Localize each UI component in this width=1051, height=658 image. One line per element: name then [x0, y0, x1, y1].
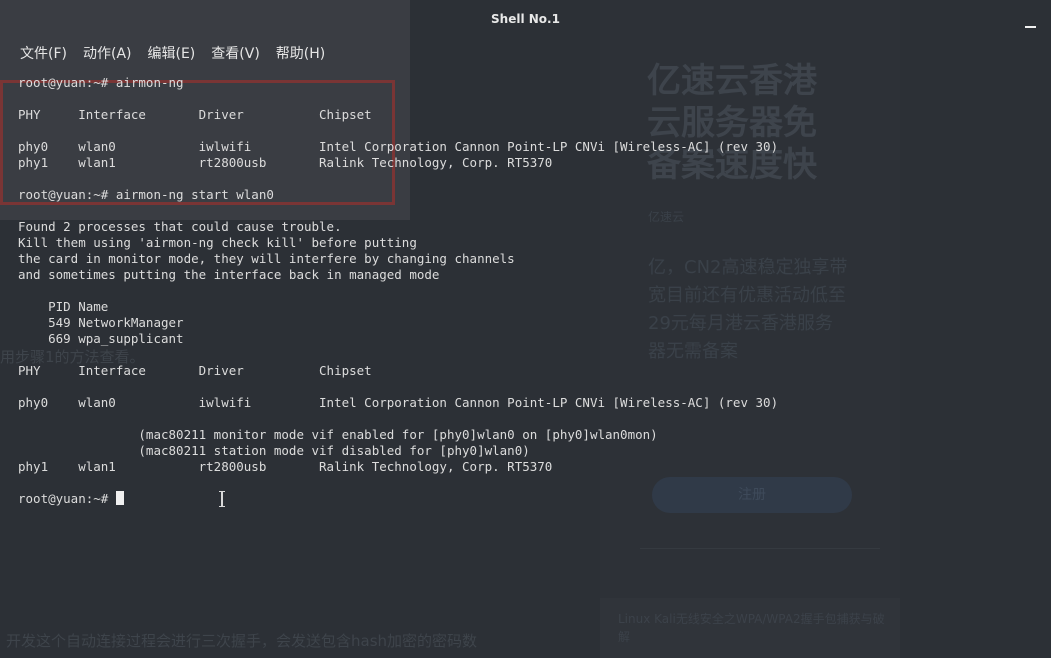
terminal-line: root@yuan:~# airmon-ng start wlan0 — [18, 187, 274, 202]
terminal-line: and sometimes putting the interface back… — [18, 267, 440, 282]
terminal-prompt: root@yuan:~# — [18, 491, 116, 506]
terminal-line: phy1 wlan1 rt2800usb Ralink Technology, … — [18, 155, 553, 170]
terminal-line: PHY Interface Driver Chipset — [18, 363, 372, 378]
text-cursor-ibeam-icon — [219, 491, 225, 507]
terminal-line: PID Name — [18, 299, 109, 314]
terminal-line: Found 2 processes that could cause troub… — [18, 219, 342, 234]
minimize-icon[interactable] — [1025, 16, 1037, 28]
terminal-line: Kill them using 'airmon-ng check kill' b… — [18, 235, 417, 250]
window-titlebar[interactable]: Shell No.1 — [0, 0, 1051, 40]
terminal-line: 669 wpa_supplicant — [18, 331, 184, 346]
terminal-line: PHY Interface Driver Chipset — [18, 107, 372, 122]
terminal-line: phy1 wlan1 rt2800usb Ralink Technology, … — [18, 459, 553, 474]
menu-action[interactable]: 动作(A) — [75, 44, 140, 64]
menu-help[interactable]: 帮助(H) — [268, 44, 333, 64]
menu-view[interactable]: 查看(V) — [203, 44, 268, 64]
terminal-output[interactable]: root@yuan:~# airmon-ng PHY Interface Driv… — [18, 75, 778, 507]
window-title: Shell No.1 — [491, 12, 560, 26]
terminal-line: (mac80211 station mode vif disabled for … — [18, 443, 530, 458]
terminal-line: the card in monitor mode, they will inte… — [18, 251, 515, 266]
terminal-line: root@yuan:~# airmon-ng — [18, 75, 184, 90]
terminal-line: phy0 wlan0 iwlwifi Intel Corporation Can… — [18, 395, 779, 410]
terminal-line: 549 NetworkManager — [18, 315, 184, 330]
menu-edit[interactable]: 编辑(E) — [140, 44, 204, 64]
terminal-prompt-line[interactable]: root@yuan:~# — [18, 491, 778, 507]
background-article-card-title: Linux Kali无线安全之WPA/WPA2握手包捕获与破解 — [618, 612, 885, 644]
menu-bar: 文件(F) 动作(A) 编辑(E) 查看(V) 帮助(H) — [12, 44, 333, 64]
background-text-bottom: 开发这个自动连接过程会进行三次握手，会发送包含hash加密的密码数 — [6, 632, 478, 650]
terminal-line: phy0 wlan0 iwlwifi Intel Corporation Can… — [18, 139, 779, 154]
terminal-line: (mac80211 monitor mode vif enabled for [… — [18, 427, 658, 442]
background-divider — [640, 548, 880, 549]
terminal-cursor — [115, 491, 124, 505]
menu-file[interactable]: 文件(F) — [12, 44, 75, 64]
